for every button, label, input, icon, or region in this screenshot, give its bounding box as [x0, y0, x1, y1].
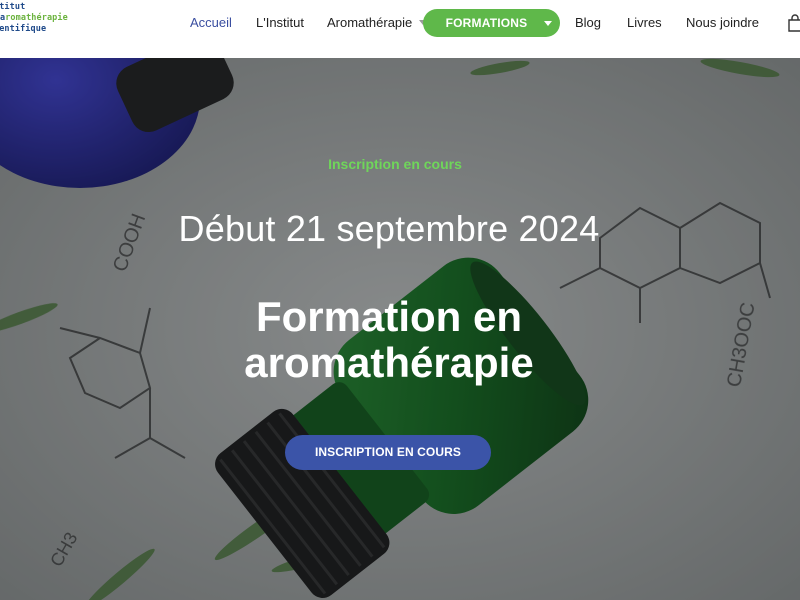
nav-item-blog[interactable]: Blog: [575, 15, 601, 30]
hero-title-line-2: aromathérapie: [244, 339, 534, 386]
hero-title: Formation en aromathérapie: [0, 294, 778, 386]
hero-kicker: Inscription en cours: [328, 156, 462, 172]
nav-formations-button[interactable]: FORMATIONS: [423, 9, 560, 37]
nav-item-aromatherapie-label: Aromathérapie: [327, 15, 413, 30]
nav-item-nous-joindre[interactable]: Nous joindre: [686, 15, 759, 30]
nav-item-livres[interactable]: Livres: [627, 15, 662, 30]
nav-item-aromatherapie[interactable]: Aromathérapie: [327, 15, 428, 30]
main-nav: Accueil L'Institut Aromathérapie FORMATI…: [0, 0, 800, 46]
nav-formations-label: FORMATIONS: [445, 16, 528, 30]
chevron-down-icon: [544, 21, 552, 26]
nav-item-institut[interactable]: L'Institut: [256, 15, 304, 30]
shopping-bag-icon[interactable]: [788, 14, 800, 32]
hero-date: Début 21 septembre 2024: [178, 208, 600, 249]
site-header: stitut aromathérapie ientifique Accueil …: [0, 0, 800, 58]
inscription-button[interactable]: INSCRIPTION EN COURS: [285, 435, 491, 470]
hero-banner: COOH CH3OOC CH3 24: α-k: [0, 58, 800, 600]
hero-title-line-1: Formation en: [255, 293, 522, 340]
nav-item-accueil[interactable]: Accueil: [190, 15, 232, 30]
